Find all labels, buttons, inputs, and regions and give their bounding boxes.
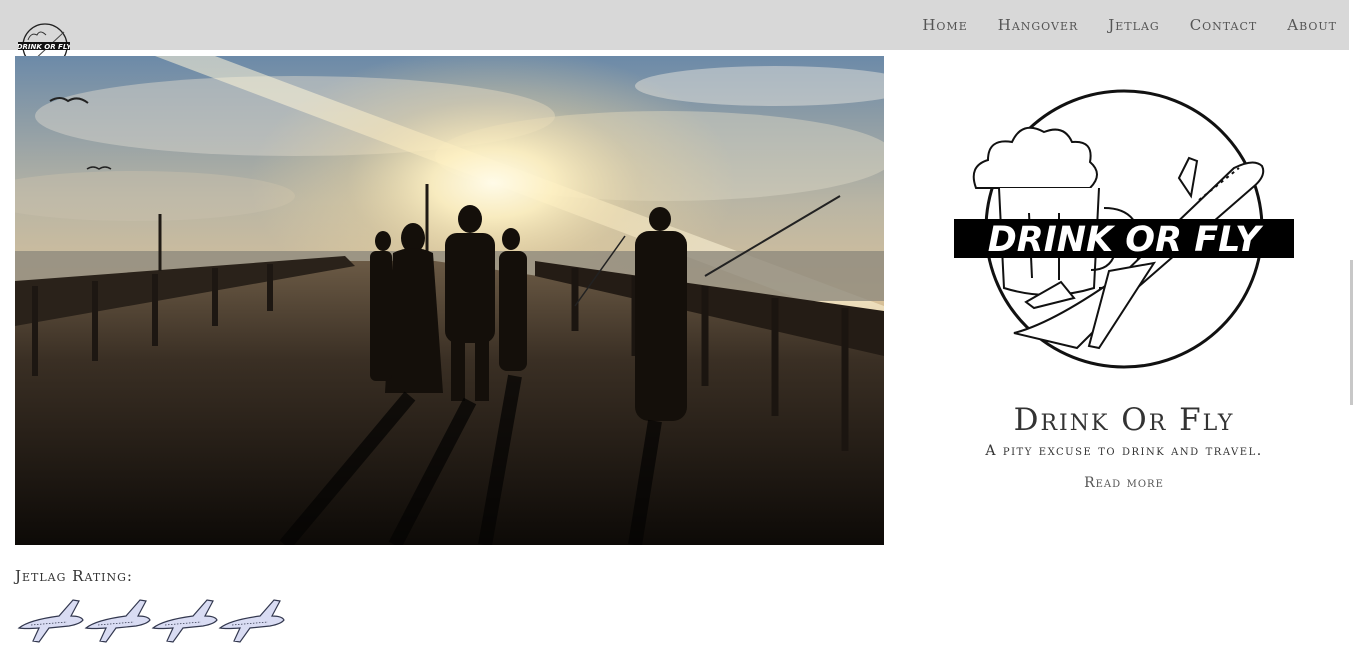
nav-home[interactable]: Home: [922, 16, 967, 34]
airplane-icon: [218, 599, 285, 643]
airplane-icon: [17, 599, 84, 643]
pier-sunset-photo: [15, 56, 884, 545]
header-logo-text: DRINK OR FLY: [18, 43, 70, 51]
airplane-icon: [84, 599, 151, 643]
hero-photo[interactable]: [15, 56, 884, 545]
jetlag-rating-label: Jetlag Rating:: [15, 567, 133, 585]
sidebar-logo-text: DRINK OR FLY: [988, 220, 1264, 260]
read-more-link[interactable]: Read more: [954, 475, 1294, 491]
main-nav: Home Hangover Jetlag Contact About: [922, 0, 1337, 50]
jetlag-rating: [15, 594, 285, 648]
nav-contact[interactable]: Contact: [1190, 16, 1258, 34]
top-nav-bar: Home Hangover Jetlag Contact About: [0, 0, 1349, 50]
airplane-icon: [151, 599, 218, 643]
nav-hangover[interactable]: Hangover: [998, 16, 1079, 34]
site-title: Drink Or Fly: [1013, 402, 1235, 438]
sidebar-logo[interactable]: DRINK OR FLY: [954, 88, 1294, 370]
site-tagline: A pity excuse to drink and travel.: [985, 443, 1263, 459]
nav-jetlag[interactable]: Jetlag: [1108, 16, 1159, 34]
nav-about[interactable]: About: [1287, 16, 1337, 34]
